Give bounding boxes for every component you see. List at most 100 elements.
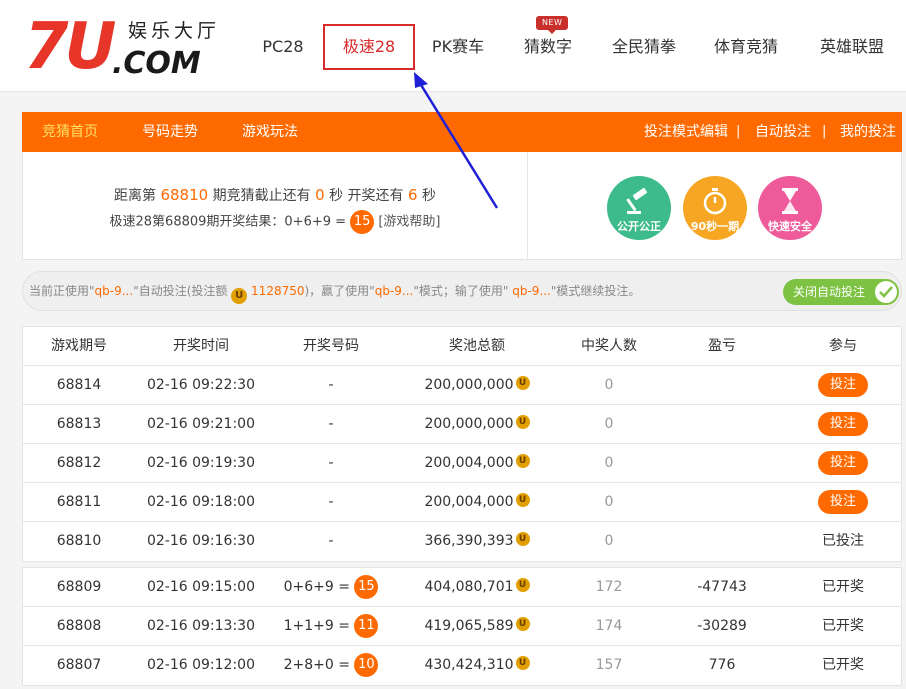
- auto-bet-toggle[interactable]: 关闭自动投注: [783, 279, 899, 305]
- nav-item-jisu28[interactable]: 极速28: [323, 24, 415, 70]
- table-row: 68807 02-16 09:12:00 2+8+0 = 10 430,424,…: [23, 646, 901, 685]
- pool-cell: 200,000,000 U: [395, 366, 559, 405]
- coin-icon: U: [515, 376, 530, 390]
- last-result-line: 极速28第68809期开奖结果：0+6+9 = 15 [游戏帮助]: [23, 210, 527, 234]
- pool-value: 200,000,000: [424, 377, 514, 393]
- nav-item-sports[interactable]: 体育竞猜: [704, 24, 788, 70]
- logo-domain: .COM: [112, 46, 201, 81]
- nav-item-pc28[interactable]: PC28: [248, 24, 318, 70]
- nav-item-rock-paper[interactable]: 全民猜拳: [602, 24, 686, 70]
- numbers-cell: -: [328, 377, 334, 393]
- winners-cell: 0: [604, 455, 614, 471]
- nav-item-label: PK赛车: [431, 37, 485, 56]
- table-row: 68809 02-16 09:15:00 0+6+9 = 15 404,080,…: [23, 568, 901, 607]
- nav-item-label: PC28: [262, 37, 304, 56]
- gavel-icon: [626, 187, 648, 214]
- pool-value: 200,004,000: [424, 455, 514, 471]
- nav-item-label: 英雄联盟: [819, 37, 884, 56]
- bet-button[interactable]: 投注: [818, 451, 868, 475]
- hourglass-icon: [782, 188, 798, 214]
- numbers-cell: -: [328, 494, 334, 510]
- pool-cell: 430,424,310 U: [395, 646, 559, 685]
- finished-rounds-table: 68809 02-16 09:15:00 0+6+9 = 15 404,080,…: [22, 567, 902, 686]
- draw-sum-ball: 11: [354, 614, 379, 638]
- winners-cell: 0: [604, 377, 614, 393]
- subnav-rules[interactable]: 游戏玩法: [242, 112, 298, 152]
- time-cell: 02-16 09:21:00: [146, 416, 255, 432]
- auto-bet-status: 当前正使用"qb-9..."自动投注(投注额 U 1128750)，赢了使用"q…: [22, 271, 902, 311]
- action-cell: 投注: [785, 405, 901, 444]
- subnav-trend[interactable]: 号码走势: [142, 112, 198, 152]
- nav-item-guess-number[interactable]: 猜数字 NEW: [510, 16, 586, 70]
- auto-text: "模式继续投注。: [550, 284, 641, 298]
- column-header: 开奖时间: [173, 338, 229, 354]
- badge-label: 公开公正: [617, 220, 661, 233]
- new-badge: NEW: [536, 16, 569, 34]
- nav-item-pk-racing[interactable]: PK赛车: [420, 24, 496, 70]
- numbers-cell: 0+6+9 = 15: [267, 568, 395, 607]
- round-info-panel: 距离第 68810 期竞猜截止还有 0 秒 开奖还有 6 秒 极速28第6880…: [22, 152, 902, 260]
- drawn-status: 已开奖: [822, 657, 864, 673]
- site-header: 7U 娱乐大厅 .COM PC28 极速28 PK赛车 猜数字 NEW 全民猜拳…: [0, 0, 906, 92]
- time-cell: 02-16 09:18:00: [146, 494, 255, 510]
- site-logo[interactable]: 7U 娱乐大厅 .COM: [24, 12, 224, 84]
- winners-cell: 0: [604, 416, 614, 432]
- time-cell: 02-16 09:19:30: [146, 455, 255, 471]
- nav-item-lol[interactable]: 英雄联盟: [810, 24, 894, 70]
- profit-cell: [659, 366, 785, 405]
- draw-numbers: 2+8+0 =: [283, 657, 350, 673]
- auto-text: "自动投注(投注额: [133, 284, 228, 298]
- time-cell: 02-16 09:15:00: [146, 579, 255, 595]
- issue-cell: 68809: [56, 579, 102, 595]
- drawn-status: 已开奖: [822, 579, 864, 595]
- numbers-cell: -: [328, 455, 334, 471]
- subnav-home[interactable]: 竞猜首页: [42, 112, 98, 152]
- issue-cell: 68811: [56, 494, 102, 510]
- countdown-text: 秒 开奖还有: [329, 188, 404, 204]
- auto-text: )，赢了使用": [304, 284, 375, 298]
- fair-badge: 公开公正: [607, 176, 671, 240]
- auto-mode-lose: qb-9...: [508, 284, 551, 298]
- table-header: 游戏期号 开奖时间 开奖号码 奖池总额 中奖人数 盈亏 参与: [23, 327, 901, 366]
- nav-item-label: 猜数字: [523, 37, 572, 56]
- speed-badge: 90秒一期: [683, 176, 747, 240]
- bet-button[interactable]: 投注: [818, 412, 868, 436]
- badge-label: 快速安全: [768, 220, 812, 233]
- bet-placed-status: 已投注: [822, 533, 864, 549]
- pool-cell: 200,004,000 U: [395, 483, 559, 522]
- auto-bet-amount: 1128750: [251, 284, 305, 298]
- nav-item-label: 全民猜拳: [611, 37, 676, 56]
- game-help-link[interactable]: [游戏帮助]: [378, 215, 440, 230]
- issue-cell: 68808: [56, 618, 102, 634]
- column-header: 盈亏: [708, 338, 736, 354]
- pool-cell: 200,000,000 U: [395, 405, 559, 444]
- pool-value: 419,065,589: [424, 618, 514, 634]
- subnav-bet-mode-edit[interactable]: 投注模式编辑: [644, 112, 728, 152]
- coin-icon: U: [515, 617, 530, 631]
- draw-sum-ball: 15: [354, 575, 379, 599]
- last-result-text: 极速28第68809期开奖结果：0+6+9 =: [109, 214, 347, 230]
- badge-label: 90秒一期: [690, 220, 740, 233]
- panel-divider: [527, 152, 528, 259]
- column-header: 开奖号码: [303, 338, 359, 354]
- countdown-text: 期竞猜截止还有: [212, 188, 311, 204]
- subnav-auto-bet[interactable]: 自动投注: [755, 112, 811, 152]
- table-row: 68808 02-16 09:13:30 1+1+9 = 11 419,065,…: [23, 607, 901, 646]
- numbers-cell: 1+1+9 = 11: [267, 607, 395, 646]
- winners-cell: 174: [595, 618, 623, 634]
- draw-seconds: 6: [407, 186, 418, 204]
- pool-cell: 419,065,589 U: [395, 607, 559, 646]
- pool-value: 404,080,701: [424, 579, 514, 595]
- bet-button[interactable]: 投注: [818, 373, 868, 397]
- winners-cell: 0: [604, 494, 614, 510]
- issue-cell: 68807: [56, 657, 102, 673]
- column-header: 参与: [829, 338, 857, 354]
- table-row: 68811 02-16 09:18:00 - 200,004,000 U 0 投注: [23, 483, 901, 522]
- issue-cell: 68813: [56, 416, 102, 432]
- coin-icon: U: [515, 454, 530, 468]
- countdown-issue: 68810: [160, 186, 209, 204]
- bet-button[interactable]: 投注: [818, 490, 868, 514]
- coin-icon: U: [515, 493, 530, 507]
- table-row: 68813 02-16 09:21:00 - 200,000,000 U 0 投注: [23, 405, 901, 444]
- subnav-my-bets[interactable]: 我的投注: [840, 112, 896, 152]
